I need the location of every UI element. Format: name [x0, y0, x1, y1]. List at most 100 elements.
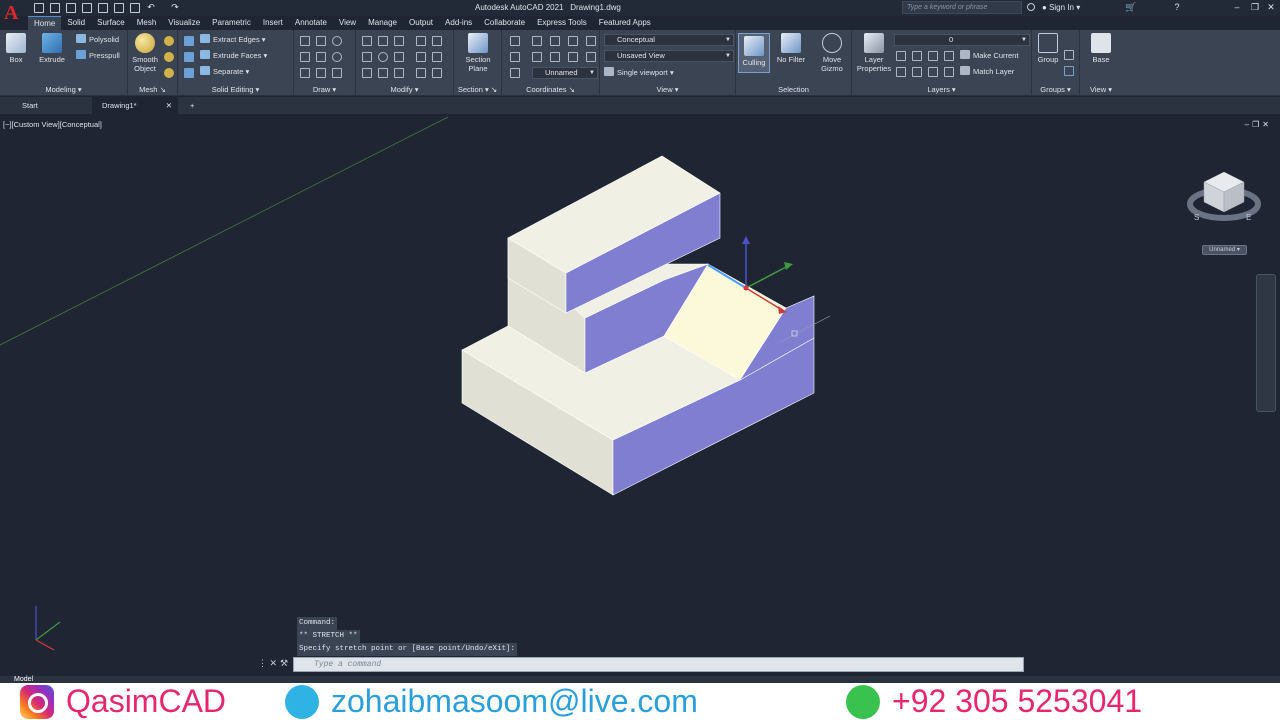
tab-collaborate[interactable]: Collaborate [478, 16, 531, 30]
groups-panel-title[interactable]: Groups ▾ [1032, 85, 1079, 94]
layer-off-icon[interactable] [896, 51, 906, 61]
scale-icon[interactable] [394, 68, 404, 78]
mirror-icon[interactable] [378, 68, 388, 78]
ucs-menu-button[interactable]: Unnamed ▾ [1202, 245, 1247, 255]
navigation-bar[interactable] [1256, 274, 1276, 412]
save-as-icon[interactable] [82, 3, 92, 13]
spline-icon[interactable] [316, 52, 326, 62]
close-tab-icon[interactable]: ✕ [166, 97, 172, 114]
ellipse-icon[interactable] [332, 52, 342, 62]
tab-visualize[interactable]: Visualize [162, 16, 206, 30]
line-icon[interactable] [300, 36, 310, 46]
extrude-button[interactable]: Extrude [36, 33, 68, 64]
draw-panel-title[interactable]: Draw ▾ [294, 85, 355, 94]
mesh-smooth-more-icon[interactable] [164, 36, 174, 46]
ucs-x-icon[interactable] [586, 36, 596, 46]
start-tab[interactable]: Start [12, 97, 48, 114]
visual-style-dropdown[interactable]: Conceptual ▼ [604, 34, 734, 46]
polyline-icon[interactable] [300, 52, 310, 62]
ucs-origin-icon[interactable] [550, 36, 560, 46]
search-icon[interactable] [1027, 3, 1035, 11]
erase-icon[interactable] [432, 68, 442, 78]
ucs-face-icon[interactable] [510, 52, 520, 62]
base-button[interactable]: Base [1086, 33, 1116, 64]
layer-dropdown[interactable]: 0 ▼ [894, 34, 1030, 46]
group-button[interactable]: Group [1034, 33, 1062, 64]
ucs-dropdown[interactable]: Unnamed ▼ [532, 67, 598, 79]
copy-icon[interactable] [362, 52, 372, 62]
subtract-icon[interactable] [184, 52, 194, 62]
command-input[interactable]: Type a command [293, 657, 1024, 672]
culling-button[interactable]: Culling [738, 33, 770, 73]
layer-on-icon[interactable] [896, 67, 906, 77]
search-input[interactable]: Type a keyword or phrase [902, 1, 1022, 14]
separate-button[interactable]: Separate ▾ [200, 66, 249, 78]
redo-icon[interactable]: ↷ [170, 2, 180, 12]
hatch-icon[interactable] [332, 68, 342, 78]
ucs-y-icon[interactable] [568, 52, 578, 62]
trim-icon[interactable] [416, 36, 426, 46]
close-command-line-icon[interactable]: ⋮ ✕ [258, 658, 277, 669]
view-base-panel-title[interactable]: View ▾ [1080, 85, 1122, 94]
viewport-config-button[interactable]: Single viewport ▾ [604, 67, 674, 79]
group-select-icon[interactable] [1064, 66, 1074, 76]
intersect-icon[interactable] [184, 68, 194, 78]
presspull-button[interactable]: Presspull [76, 50, 120, 62]
named-view-dropdown[interactable]: Unsaved View ▼ [604, 50, 734, 62]
plot-icon[interactable] [114, 3, 124, 13]
layer-unlock-icon[interactable] [944, 67, 954, 77]
model-scene[interactable] [0, 114, 1280, 676]
move-icon[interactable] [362, 36, 372, 46]
ucs-3point-icon[interactable] [568, 36, 578, 46]
ucs-object-icon[interactable] [532, 52, 542, 62]
tab-annotate[interactable]: Annotate [289, 16, 333, 30]
minimize-icon[interactable]: – [1232, 2, 1242, 12]
layer-thaw-icon[interactable] [928, 67, 938, 77]
cart-icon[interactable]: 🛒 [1125, 2, 1136, 12]
box-button[interactable]: Box [4, 33, 28, 64]
tab-parametric[interactable]: Parametric [206, 16, 257, 30]
section-plane-button[interactable]: Section Plane [460, 33, 496, 73]
arc-icon[interactable] [316, 36, 326, 46]
ucs-world-icon[interactable] [532, 36, 542, 46]
extrude-faces-button[interactable]: Extrude Faces ▾ [200, 50, 267, 62]
modify-panel-title[interactable]: Modify ▾ [356, 85, 453, 94]
ucs-icon[interactable] [510, 36, 520, 46]
array-icon[interactable] [416, 52, 426, 62]
restore-icon[interactable]: ❐ [1250, 2, 1260, 12]
fillet-icon[interactable] [432, 36, 442, 46]
sign-in-button[interactable]: ● Sign In ▾ [1042, 3, 1080, 12]
save-icon[interactable] [66, 3, 76, 13]
no-filter-button[interactable]: No Filter [772, 33, 810, 64]
help-icon[interactable]: ? [1172, 2, 1182, 12]
grip-point[interactable] [743, 285, 749, 291]
autocad-logo-icon[interactable]: A [4, 2, 22, 26]
ucs-z-icon[interactable] [586, 52, 596, 62]
drawing-viewport[interactable]: [−][Custom View][Conceptual] –❐✕ S E Unn… [0, 114, 1280, 676]
stretch-icon[interactable] [362, 68, 372, 78]
undo-icon[interactable]: ↶ [146, 2, 156, 12]
circle-icon[interactable] [332, 36, 342, 46]
move-3d-icon[interactable] [394, 36, 404, 46]
rotate-icon[interactable] [378, 36, 388, 46]
publish-icon[interactable] [98, 3, 108, 13]
tab-featured-apps[interactable]: Featured Apps [593, 16, 657, 30]
move-gizmo-button[interactable]: Move Gizmo [816, 33, 848, 73]
tab-mesh[interactable]: Mesh [131, 16, 163, 30]
offset-icon[interactable] [432, 52, 442, 62]
close-icon[interactable]: ✕ [1266, 2, 1276, 12]
tab-add-ins[interactable]: Add-ins [439, 16, 478, 30]
new-file-icon[interactable] [34, 3, 44, 13]
tab-manage[interactable]: Manage [362, 16, 403, 30]
ucs-zaxis-icon[interactable] [510, 68, 520, 78]
union-icon[interactable] [184, 36, 194, 46]
layer-properties-button[interactable]: Layer Properties [856, 33, 892, 73]
extract-edges-button[interactable]: Extract Edges ▾ [200, 34, 266, 46]
tab-solid[interactable]: Solid [61, 16, 91, 30]
layers-panel-title[interactable]: Layers ▾ [852, 85, 1031, 94]
modeling-panel-title[interactable]: Modeling ▾ [0, 85, 127, 94]
make-current-button[interactable]: Make Current [960, 50, 1018, 62]
tab-express-tools[interactable]: Express Tools [531, 16, 593, 30]
mesh-refine-icon[interactable] [164, 68, 174, 78]
tab-view[interactable]: View [333, 16, 362, 30]
